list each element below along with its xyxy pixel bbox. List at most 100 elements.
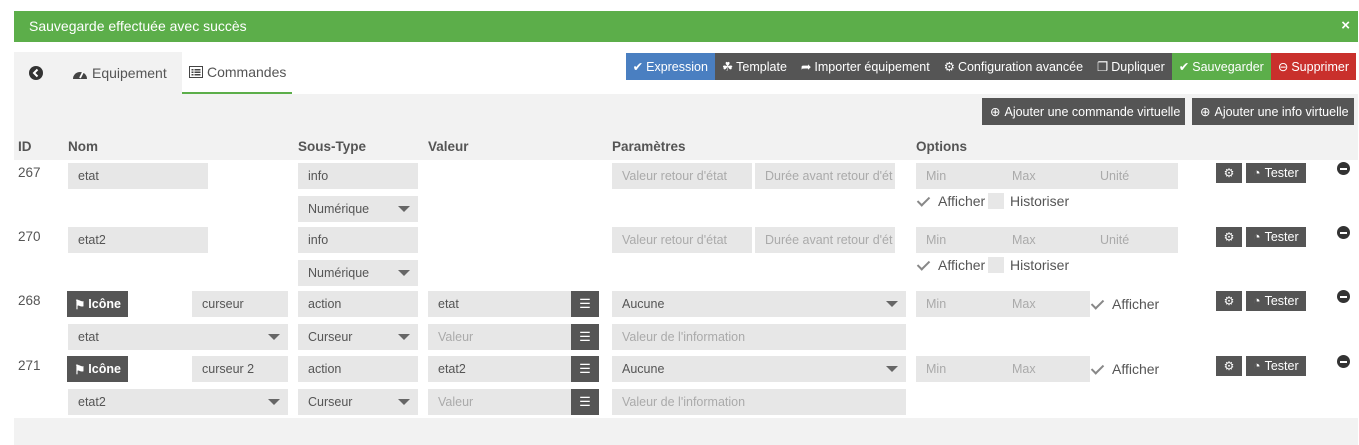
remove-row-icon[interactable] xyxy=(1337,290,1350,303)
remove-row-icon[interactable] xyxy=(1337,162,1350,175)
success-alert: Sauvegarde effectuée avec succès × xyxy=(14,11,1358,42)
name-input[interactable]: etat2 xyxy=(68,227,208,253)
advanced-config-button[interactable]: ⚙ Configuration avancée xyxy=(936,53,1091,80)
import-equipment-button[interactable]: ➦ Importer équipement xyxy=(793,53,937,80)
rss-icon: ◔ xyxy=(1253,294,1261,308)
flag-icon: ⚑ xyxy=(74,297,86,312)
row-id: 270 xyxy=(18,229,41,244)
max-input[interactable]: Max xyxy=(1002,227,1090,253)
afficher-label: Afficher xyxy=(1112,361,1160,377)
return-duration-input[interactable]: Durée avant retour d'ét xyxy=(755,227,895,253)
min-input[interactable]: Min xyxy=(916,227,1004,253)
add-virtual-info-button[interactable]: ⊕ Ajouter une info virtuelle xyxy=(1192,98,1354,125)
rss-icon: ◔ xyxy=(1253,166,1261,180)
gear-icon[interactable]: ⚙ xyxy=(1216,227,1242,247)
info-value-input[interactable]: Valeur de l'information xyxy=(612,389,906,415)
minus-circle-icon: ⊖ xyxy=(1277,60,1289,74)
return-value-input[interactable]: Valeur retour d'état xyxy=(612,163,752,189)
remove-row-icon[interactable] xyxy=(1337,226,1350,239)
name-input[interactable]: curseur 2 xyxy=(192,356,288,382)
list-alt-icon[interactable]: ☰ xyxy=(571,324,599,350)
template-button[interactable]: ☘ Template xyxy=(714,53,794,80)
tab-equipement-label: Equipement xyxy=(92,65,167,81)
historiser-checkbox[interactable]: Historiser xyxy=(988,193,1069,209)
check-icon[interactable] xyxy=(1090,361,1106,377)
flag-icon: ⚑ xyxy=(74,362,86,377)
afficher-checkbox[interactable]: Afficher xyxy=(916,193,985,209)
min-input[interactable]: Min xyxy=(916,356,1004,382)
icon-label: Icône xyxy=(88,297,121,311)
afficher-checkbox[interactable]: Afficher xyxy=(916,257,985,273)
value-input[interactable]: Valeur xyxy=(428,389,571,415)
name-input[interactable]: etat xyxy=(68,163,208,189)
list-alt-icon[interactable]: ☰ xyxy=(571,291,599,317)
rss-icon: ◔ xyxy=(1253,359,1261,373)
test-button[interactable]: ◔ Tester xyxy=(1246,227,1306,247)
param-select[interactable]: Aucune xyxy=(612,291,906,317)
unit-input[interactable]: Unité xyxy=(1090,163,1178,189)
tab-commandes[interactable]: Commandes xyxy=(182,52,292,94)
header-valeur: Valeur xyxy=(428,139,469,154)
max-input[interactable]: Max xyxy=(1002,356,1090,382)
subtype-select[interactable]: Curseur xyxy=(298,389,418,415)
afficher-label: Afficher xyxy=(938,193,986,209)
return-value-input[interactable]: Valeur retour d'état xyxy=(612,227,752,253)
historiser-checkbox[interactable]: Historiser xyxy=(988,257,1069,273)
add-virtual-command-button[interactable]: ⊕ Ajouter une commande virtuelle xyxy=(982,98,1185,125)
share-icon: ➦ xyxy=(800,60,812,74)
list-alt-icon[interactable]: ☰ xyxy=(571,356,599,382)
save-button[interactable]: ✔ Sauvegarder xyxy=(1171,53,1271,80)
info-value-input[interactable]: Valeur de l'information xyxy=(612,324,906,350)
name-input[interactable]: curseur xyxy=(192,291,288,317)
gear-icon[interactable]: ⚙ xyxy=(1216,291,1242,311)
tab-bar: Equipement Commandes ✔ Expression ☘ Templa… xyxy=(14,48,1358,94)
cubes-icon: ☘ xyxy=(721,60,734,74)
add-virtual-info-label: Ajouter une info virtuelle xyxy=(1214,104,1349,119)
unit-input[interactable]: Unité xyxy=(1090,227,1178,253)
subtype-select[interactable]: Numérique xyxy=(298,260,418,286)
param-select[interactable]: Aucune xyxy=(612,356,906,382)
header-nom: Nom xyxy=(68,139,98,154)
checkbox-box[interactable] xyxy=(988,257,1004,273)
icon-choose-button[interactable]: ⚑ Icône xyxy=(67,356,128,382)
test-label: Tester xyxy=(1264,230,1299,244)
remove-row-icon[interactable] xyxy=(1337,355,1350,368)
duplicate-button[interactable]: ❐ Dupliquer xyxy=(1090,53,1172,80)
check-icon[interactable] xyxy=(1090,296,1106,312)
icon-choose-button[interactable]: ⚑ Icône xyxy=(67,291,128,317)
tab-equipement[interactable]: Equipement xyxy=(58,52,182,94)
subtype-select[interactable]: Curseur xyxy=(298,324,418,350)
icon-label: Icône xyxy=(88,362,121,376)
close-icon[interactable]: × xyxy=(1341,17,1350,34)
value-input[interactable]: Valeur xyxy=(428,324,571,350)
test-button[interactable]: ◔ Tester xyxy=(1246,356,1306,376)
return-duration-input[interactable]: Durée avant retour d'ét xyxy=(755,163,895,189)
value-input[interactable]: etat xyxy=(428,291,571,317)
max-input[interactable]: Max xyxy=(1002,163,1090,189)
check-icon[interactable] xyxy=(916,257,932,273)
check-icon[interactable] xyxy=(916,193,932,209)
test-label: Tester xyxy=(1264,294,1299,308)
linked-info-select[interactable]: etat xyxy=(68,324,288,350)
min-input[interactable]: Min xyxy=(916,163,1004,189)
back-tab[interactable] xyxy=(14,52,58,94)
delete-button[interactable]: ⊖ Supprimer xyxy=(1270,53,1356,80)
max-input[interactable]: Max xyxy=(1002,291,1090,317)
checkbox-box[interactable] xyxy=(988,193,1004,209)
linked-info-select[interactable]: etat2 xyxy=(68,389,288,415)
tachometer-icon xyxy=(73,71,87,79)
historiser-label: Historiser xyxy=(1010,257,1070,273)
min-input[interactable]: Min xyxy=(916,291,1004,317)
value-input[interactable]: etat2 xyxy=(428,356,571,382)
afficher-checkbox[interactable]: Afficher xyxy=(1090,296,1159,312)
rss-icon: ◔ xyxy=(1253,230,1261,244)
gear-icon[interactable]: ⚙ xyxy=(1216,356,1242,376)
afficher-checkbox[interactable]: Afficher xyxy=(1090,361,1159,377)
list-alt-icon[interactable]: ☰ xyxy=(571,389,599,415)
test-button[interactable]: ◔ Tester xyxy=(1246,163,1306,183)
expression-button[interactable]: ✔ Expression xyxy=(625,53,715,80)
subtype-select[interactable]: Numérique xyxy=(298,196,418,222)
test-button[interactable]: ◔ Tester xyxy=(1246,291,1306,311)
header-parametres: Paramètres xyxy=(612,139,686,154)
gear-icon[interactable]: ⚙ xyxy=(1216,163,1242,183)
